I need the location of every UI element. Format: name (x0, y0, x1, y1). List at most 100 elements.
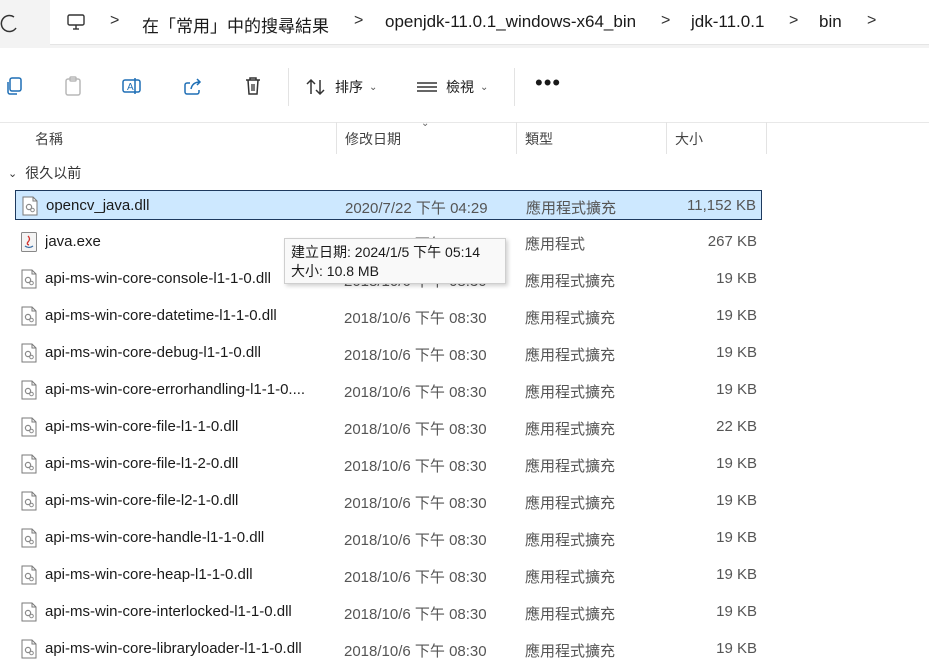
file-name: api-ms-win-core-interlocked-l1-1-0.dll (45, 603, 292, 620)
view-label: 檢視 (446, 79, 474, 95)
file-row[interactable]: api-ms-win-core-datetime-l1-1-0.dll 2018/… (15, 301, 762, 331)
file-modified: 2018/10/6 下午 08:30 (344, 458, 487, 475)
file-name: opencv_java.dll (46, 197, 150, 214)
breadcrumb-item-openjdk[interactable]: openjdk-11.0.1_windows-x64_bin (385, 12, 636, 32)
dll-icon (21, 454, 37, 474)
file-type: 應用程式擴充 (525, 273, 616, 290)
dll-icon (22, 196, 38, 216)
group-label: 很久以前 (25, 165, 82, 181)
file-type: 應用程式擴充 (525, 347, 616, 364)
file-row[interactable]: api-ms-win-core-heap-l1-1-0.dll 2018/10/6… (15, 560, 762, 590)
file-tooltip: 建立日期: 2024/1/5 下午 05:14 大小: 10.8 MB (284, 238, 506, 284)
breadcrumb-item-bin[interactable]: bin (819, 12, 842, 32)
tooltip-created: 建立日期: 2024/1/5 下午 05:14 (291, 244, 481, 260)
column-header-row: 名稱 修改日期 類型 大小 (0, 122, 929, 154)
command-bar: A 排序 ⌄ 檢視 ⌄ ••• (0, 50, 929, 123)
file-size: 19 KB (716, 492, 757, 509)
file-size: 19 KB (716, 640, 757, 657)
file-name: api-ms-win-core-file-l2-1-0.dll (45, 492, 239, 509)
rename-icon[interactable]: A (121, 75, 143, 97)
column-divider[interactable] (336, 122, 337, 154)
file-size: 19 KB (716, 529, 757, 546)
column-divider[interactable] (666, 122, 667, 154)
dll-icon (21, 565, 37, 585)
toolbar-divider (288, 68, 289, 106)
file-size: 19 KB (716, 566, 757, 583)
column-divider[interactable] (516, 122, 517, 154)
chevron-down-icon[interactable]: ⌄ (8, 167, 17, 180)
java-icon (21, 232, 37, 252)
computer-icon[interactable] (66, 12, 86, 32)
chevron-right-icon[interactable]: > (789, 12, 798, 30)
file-name: api-ms-win-core-errorhandling-l1-1-0.... (45, 381, 306, 398)
file-row[interactable]: api-ms-win-core-file-l1-2-0.dll 2018/10/6… (15, 449, 762, 479)
refresh-icon[interactable] (0, 12, 22, 34)
file-type: 應用程式擴充 (525, 458, 616, 475)
view-button[interactable]: 檢視 ⌄ (416, 75, 488, 99)
file-type: 應用程式擴充 (525, 310, 616, 327)
address-bar-area: > 在「常用」中的搜尋結果 > openjdk-11.0.1_windows-x… (0, 0, 929, 48)
chevron-right-icon[interactable]: > (110, 12, 119, 30)
file-modified: 2018/10/6 下午 08:30 (344, 606, 487, 623)
file-modified: 2018/10/6 下午 08:30 (344, 532, 487, 549)
breadcrumb-item-search-results[interactable]: 在「常用」中的搜尋結果 (142, 12, 329, 37)
tooltip-size: 大小: 10.8 MB (291, 263, 379, 279)
chevron-right-icon[interactable]: > (354, 12, 363, 30)
file-size: 11,152 KB (687, 197, 756, 214)
svg-text:A: A (127, 82, 134, 93)
column-header-name[interactable]: 名稱 (35, 129, 63, 149)
file-size: 19 KB (716, 344, 757, 361)
file-size: 267 KB (707, 233, 757, 250)
sort-label: 排序 (335, 79, 363, 95)
file-row[interactable]: api-ms-win-core-errorhandling-l1-1-0....… (15, 375, 762, 405)
column-header-type[interactable]: 類型 (525, 129, 553, 149)
file-name: api-ms-win-core-handle-l1-1-0.dll (45, 529, 265, 546)
file-row[interactable]: api-ms-win-core-interlocked-l1-1-0.dll 20… (15, 597, 762, 627)
column-divider[interactable] (766, 122, 767, 154)
dll-icon (21, 417, 37, 437)
paste-icon[interactable] (62, 75, 84, 97)
file-type: 應用程式擴充 (525, 495, 616, 512)
file-row[interactable]: api-ms-win-core-debug-l1-1-0.dll 2018/10/… (15, 338, 762, 368)
view-list-icon (417, 82, 437, 92)
more-options-button[interactable]: ••• (535, 70, 561, 96)
group-header[interactable]: ⌄ 很久以前 (8, 163, 81, 183)
column-header-modified[interactable]: 修改日期 (345, 129, 401, 149)
dll-icon (21, 380, 37, 400)
file-type: 應用程式擴充 (525, 569, 616, 586)
file-modified: 2018/10/6 下午 08:30 (344, 310, 487, 327)
file-row[interactable]: api-ms-win-core-libraryloader-l1-1-0.dll… (15, 634, 762, 664)
dll-icon (21, 306, 37, 326)
dll-icon (21, 269, 37, 289)
file-name: api-ms-win-core-file-l1-1-0.dll (45, 418, 239, 435)
dll-icon (21, 528, 37, 548)
file-size: 22 KB (716, 418, 757, 435)
breadcrumb-item-jdk[interactable]: jdk-11.0.1 (691, 12, 764, 32)
file-modified: 2018/10/6 下午 08:30 (344, 384, 487, 401)
sort-button[interactable]: 排序 ⌄ (305, 75, 377, 99)
column-header-size[interactable]: 大小 (675, 129, 703, 149)
file-row[interactable]: api-ms-win-core-file-l1-1-0.dll 2018/10/6… (15, 412, 762, 442)
sort-icon (306, 78, 325, 96)
file-size: 19 KB (716, 603, 757, 620)
file-modified: 2018/10/6 下午 08:30 (344, 421, 487, 438)
chevron-down-icon: ⌄ (480, 81, 489, 93)
file-row[interactable]: opencv_java.dll 2020/7/22 下午 04:29 應用程式擴充 1… (15, 190, 762, 220)
file-type: 應用程式 (525, 236, 586, 253)
chevron-right-icon[interactable]: > (867, 12, 876, 30)
address-bar[interactable]: > 在「常用」中的搜尋結果 > openjdk-11.0.1_windows-x… (50, 0, 929, 45)
file-type: 應用程式擴充 (526, 200, 617, 217)
file-size: 19 KB (716, 381, 757, 398)
chevron-down-icon: ⌄ (369, 81, 378, 93)
chevron-right-icon[interactable]: > (661, 12, 670, 30)
file-row[interactable]: api-ms-win-core-file-l2-1-0.dll 2018/10/6… (15, 486, 762, 516)
file-type: 應用程式擴充 (525, 606, 616, 623)
file-modified: 2018/10/6 下午 08:30 (344, 347, 487, 364)
trash-icon[interactable] (242, 75, 264, 97)
file-type: 應用程式擴充 (525, 532, 616, 549)
dll-icon (21, 343, 37, 363)
share-icon[interactable] (182, 75, 204, 97)
file-row[interactable]: api-ms-win-core-handle-l1-1-0.dll 2018/10… (15, 523, 762, 553)
file-type: 應用程式擴充 (525, 384, 616, 401)
copy-icon[interactable] (4, 75, 26, 97)
